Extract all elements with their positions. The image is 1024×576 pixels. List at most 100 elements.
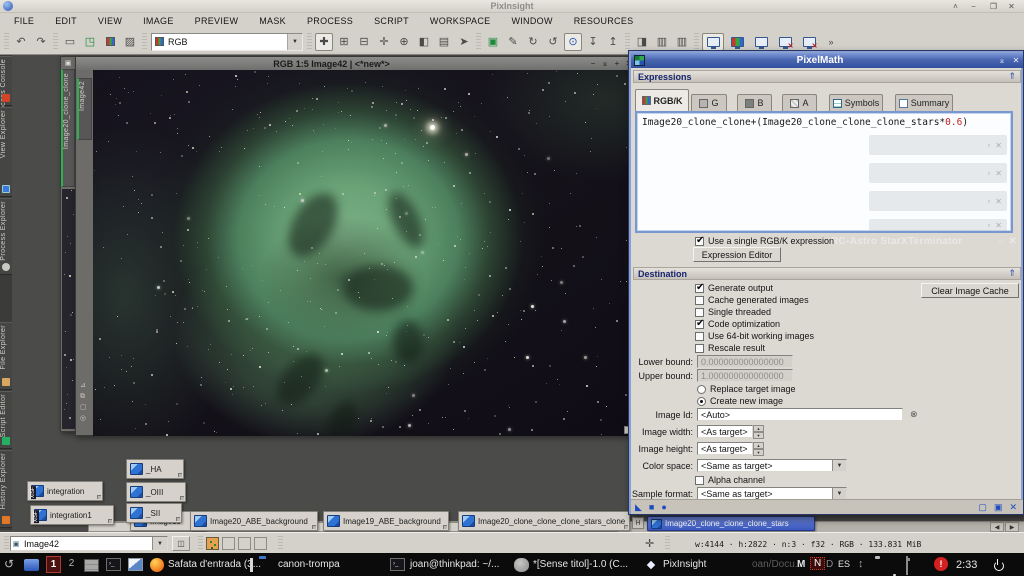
view-slot-3[interactable] [238, 537, 251, 550]
restore-window-icon[interactable]: ▣ [61, 57, 75, 68]
new-image-icon[interactable]: ◳ [81, 33, 99, 51]
replace-target-row[interactable]: Replace target image [697, 384, 796, 394]
cascade-windows-icon[interactable]: ▥ [653, 33, 671, 51]
zoom-in-mode-icon[interactable]: ⊞ [335, 33, 353, 51]
gimp-icon[interactable] [514, 558, 529, 572]
image-id-input[interactable]: <Auto> [697, 408, 903, 421]
collapse-section-icon[interactable]: ⇑ [1008, 71, 1020, 82]
indicator-es[interactable]: ES [838, 559, 850, 569]
tab-symbols[interactable]: Symbols [829, 94, 883, 111]
terminal-launcher-icon[interactable]: ›_ [106, 558, 121, 571]
create-new-image-radio[interactable] [697, 397, 706, 406]
shade-icon[interactable]: ⌅ [995, 56, 1009, 65]
code-optimization-checkbox[interactable] [695, 320, 704, 329]
menu-mask[interactable]: MASK [259, 16, 286, 26]
documentation-icon[interactable]: ▣ [994, 503, 1003, 512]
workspace-swap-icon[interactable] [750, 33, 772, 51]
statusbar-grip[interactable] [4, 536, 9, 550]
image-window-titlebar[interactable]: RGB 1:5 Image42 | <*new*> − ⌅ + ✕ [76, 57, 635, 70]
screen-transfer-icon[interactable]: ▤ [435, 33, 453, 51]
firefox-icon[interactable] [150, 558, 164, 572]
indicator-n[interactable]: N [810, 557, 825, 570]
preview-mode-icon[interactable]: ▢ [80, 404, 87, 411]
menu-image[interactable]: IMAGE [143, 16, 174, 26]
toolbar-grip[interactable] [476, 33, 481, 51]
cache-images-checkbox[interactable] [695, 296, 704, 305]
dock-tab-process-explorer[interactable]: Process Explorer [0, 198, 12, 275]
menu-preview[interactable]: PREVIEW [195, 16, 239, 26]
view-slot-1[interactable] [206, 537, 219, 550]
process-new-icon[interactable]: ▣ [484, 33, 502, 51]
rescale-result-checkbox[interactable] [695, 344, 704, 353]
process-edit-icon[interactable]: ✎ [504, 33, 522, 51]
workspace-close-icon[interactable] [774, 33, 796, 51]
shaded-image-window[interactable]: ▣ Image20_clone_clone [60, 56, 76, 432]
session-refresh-icon[interactable]: ↺ [4, 557, 14, 571]
clear-id-icon[interactable]: ⊗ [910, 409, 918, 420]
split-view-icon[interactable]: ◨ [633, 33, 651, 51]
toolbar-grip[interactable] [4, 33, 9, 51]
duplicate-view-icon[interactable]: ⧉ [80, 393, 87, 400]
channel-selector[interactable]: RGB ▼ [151, 33, 303, 51]
menu-edit[interactable]: EDIT [55, 16, 77, 26]
toolbar-grip[interactable] [142, 33, 147, 51]
close-icon[interactable]: ✕ [1005, 1, 1018, 12]
shade-icon[interactable]: ˄ [949, 1, 962, 12]
scroll-left-icon[interactable]: ◀ [990, 522, 1004, 532]
statusbar-grip[interactable] [278, 536, 283, 550]
load-process-icon[interactable]: ↧ [584, 33, 602, 51]
tab-summary[interactable]: Summary [895, 94, 953, 111]
image-identifier-icon[interactable]: ▭ [61, 33, 79, 51]
view-mode-icons[interactable]: ⊿ ⧉ ▢ ◎ [80, 382, 87, 422]
tab-rgbk[interactable]: RGB/K [635, 89, 689, 111]
network-icon[interactable]: ↕ [858, 558, 864, 570]
process-history-back-icon[interactable]: ↺ [544, 33, 562, 51]
color-space-select[interactable]: <Same as target> ▼ [697, 459, 847, 472]
workspace-current-icon[interactable] [702, 33, 724, 51]
view-selector[interactable]: ▣ Image42 ▼ [10, 536, 168, 551]
zoom-out-mode-icon[interactable]: ⊟ [355, 33, 373, 51]
collapse-section-icon[interactable]: ⇑ [1008, 268, 1020, 279]
indicator-m[interactable]: M [797, 559, 805, 570]
option-row[interactable]: Generate output [695, 283, 773, 293]
image-window-view-tab[interactable]: Image42 [77, 78, 92, 140]
maximize-icon[interactable]: ❐ [987, 1, 1000, 12]
process-history-forward-icon[interactable]: ↻ [524, 33, 542, 51]
view-slot-4[interactable] [254, 537, 267, 550]
alpha-channel-row[interactable]: Alpha channel [695, 475, 765, 485]
option-row[interactable]: Rescale result [695, 343, 765, 353]
realtime-preview-icon[interactable]: ● [661, 503, 666, 512]
generate-output-checkbox[interactable] [695, 284, 704, 293]
chevron-down-icon[interactable]: ▼ [152, 537, 167, 550]
menu-process[interactable]: PROCESS [307, 16, 353, 26]
file-manager-icon[interactable] [84, 559, 99, 572]
workspace-1[interactable]: 1 [46, 556, 61, 573]
pan-mode-icon[interactable]: ✚ [315, 33, 333, 51]
workspace-close-all-icon[interactable] [798, 33, 820, 51]
indicator-d[interactable]: D [826, 559, 833, 570]
menu-resources[interactable]: RESOURCES [574, 16, 634, 26]
create-new-image-row[interactable]: Create new image [697, 396, 783, 406]
option-row[interactable]: Cache generated images [695, 295, 809, 305]
apply-global-icon[interactable]: ■ [649, 503, 654, 512]
clear-image-cache-button[interactable]: Clear Image Cache [921, 283, 1019, 298]
single-threaded-checkbox[interactable] [695, 308, 704, 317]
dock-tab-file-explorer[interactable]: File Explorer [0, 322, 12, 390]
taskbar-item-folder[interactable]: canon-trompa [278, 559, 340, 570]
select-cursor-icon[interactable]: ➤ [455, 33, 473, 51]
save-process-icon[interactable]: ↥ [604, 33, 622, 51]
maximize-icon[interactable]: + [611, 59, 623, 68]
image-window[interactable]: RGB 1:5 Image42 | <*new*> − ⌅ + ✕ Image4… [75, 56, 636, 436]
expressions-section-header[interactable]: Expressions ⇑ [633, 70, 1021, 83]
thumbnail-sii[interactable]: _SII [126, 503, 182, 523]
shaded-window-tab[interactable]: Image20_clone_clone [61, 69, 75, 187]
center-image-icon[interactable]: ✛ [375, 33, 393, 51]
option-row[interactable]: Code optimization [695, 319, 780, 329]
shaded-window-handle[interactable]: H [632, 517, 644, 529]
color-channels-icon[interactable] [101, 33, 119, 51]
use-64bit-checkbox[interactable] [695, 332, 704, 341]
image-height-input[interactable]: <As target> ▲▼ [697, 442, 753, 455]
thumbnail-ha[interactable]: _HA [126, 459, 184, 479]
single-expression-row[interactable]: Use a single RGB/K expression [695, 236, 834, 246]
scroll-right-icon[interactable]: ▶ [1005, 522, 1019, 532]
